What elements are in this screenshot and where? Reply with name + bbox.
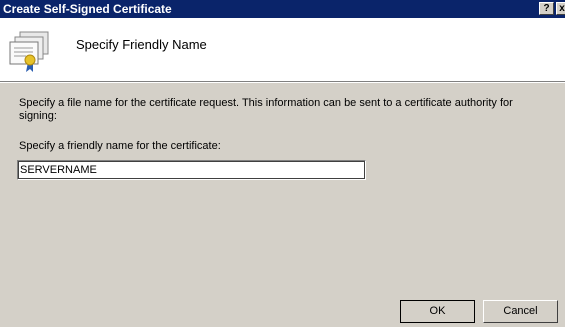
cancel-button[interactable]: Cancel [483,300,558,323]
title-bar[interactable]: Create Self-Signed Certificate ? x [0,0,565,18]
header-divider [0,82,565,83]
window-title: Create Self-Signed Certificate [3,2,172,16]
friendly-name-label: Specify a friendly name for the certific… [19,140,221,152]
close-button[interactable]: x [556,2,565,15]
certificate-icon [9,31,49,72]
description-text: Specify a file name for the certificate … [19,97,513,122]
wizard-header: Specify Friendly Name [0,18,565,82]
page-title: Specify Friendly Name [76,37,207,52]
ok-button[interactable]: OK [400,300,475,323]
dialog-window: Create Self-Signed Certificate ? x Speci… [0,0,565,327]
help-button[interactable]: ? [539,2,554,15]
friendly-name-input[interactable] [17,160,366,180]
